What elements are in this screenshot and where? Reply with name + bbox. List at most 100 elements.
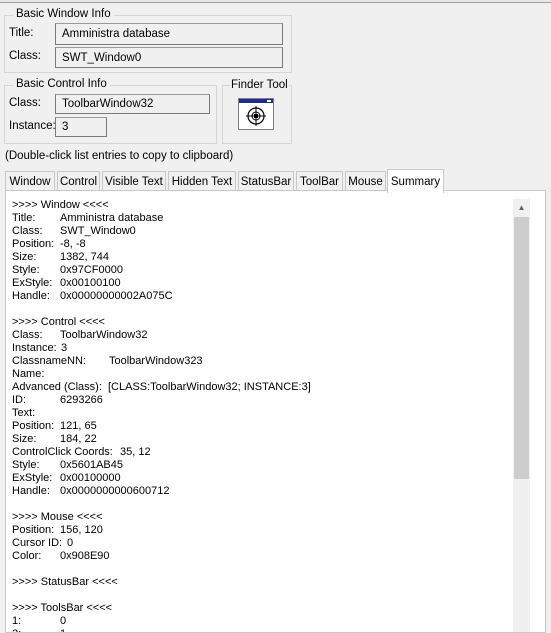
item-key: Cursor ID: [12, 537, 63, 549]
list-item[interactable]: 2: 1 [12, 628, 516, 632]
item-key: Class: [12, 329, 43, 341]
item-key: Position: [12, 420, 55, 432]
item-value: 0x00100100 [60, 277, 121, 289]
item-value: Amministra database [60, 212, 164, 224]
item-key: Position: [12, 238, 55, 250]
list-item[interactable]: ExStyle: 0x00100100 [12, 277, 516, 290]
list-item[interactable]: Advanced (Class): [CLASS:ToolbarWindow32;… [12, 381, 516, 394]
scrollbar-thumb[interactable] [514, 217, 529, 479]
item-value: 156, 120 [60, 524, 103, 536]
summary-list[interactable]: >>>> Window <<<< Title: Amministra databa… [12, 199, 516, 632]
item-key: Advanced (Class): [12, 381, 102, 393]
list-item[interactable]: ClassnameNN: ToolbarWindow323 [12, 355, 516, 368]
window-section-header: >>>> Window <<<< [12, 199, 109, 211]
item-key: Style: [12, 264, 40, 276]
item-key: Text: [12, 407, 36, 419]
item-value: 0x5601AB45 [60, 459, 123, 471]
tab-control[interactable]: Control [57, 171, 100, 191]
list-item[interactable]: ID: 6293266 [12, 394, 516, 407]
item-key: Handle: [12, 485, 50, 497]
list-item[interactable]: >>>> StatusBar <<<< [12, 576, 516, 589]
item-key: 2: [12, 628, 21, 632]
list-item[interactable]: Position: 121, 65 [12, 420, 516, 433]
list-item[interactable]: Handle: 0x0000000000600712 [12, 485, 516, 498]
item-value: ToolbarWindow32 [60, 329, 148, 341]
item-key: Size: [12, 251, 37, 263]
blank-row [12, 498, 516, 511]
tab-statusbar[interactable]: StatusBar [238, 171, 294, 191]
item-value: SWT_Window0 [60, 225, 136, 237]
crosshair-target-icon[interactable] [238, 98, 274, 130]
item-key: Position: [12, 524, 55, 536]
toolsbar-section-header: >>>> ToolsBar <<<< [12, 602, 113, 614]
control-class-label: Class: [9, 97, 41, 109]
item-key: Title: [12, 212, 36, 224]
item-key: Instance: [12, 342, 57, 354]
item-value: 0x00000000002A075C [60, 290, 173, 302]
list-item[interactable]: Name: [12, 368, 516, 381]
list-item[interactable]: Class: ToolbarWindow32 [12, 329, 516, 342]
item-value: 1 [60, 628, 66, 632]
list-item[interactable]: Cursor ID: 0 [12, 537, 516, 550]
list-item[interactable]: Handle: 0x00000000002A075C [12, 290, 516, 303]
list-item[interactable]: Instance: 3 [12, 342, 516, 355]
item-key: Style: [12, 459, 40, 471]
control-section-header: >>>> Control <<<< [12, 316, 105, 328]
basic-control-info-label: Basic Control Info [13, 78, 110, 90]
vertical-scrollbar[interactable]: ▲ [513, 199, 530, 632]
list-item[interactable]: Color: 0x908E90 [12, 550, 516, 563]
window-class-field[interactable]: SWT_Window0 [55, 47, 283, 68]
tab-hidden-text[interactable]: Hidden Text [168, 171, 236, 191]
list-item[interactable]: >>>> Control <<<< [12, 316, 516, 329]
instance-field[interactable]: 3 [55, 117, 107, 137]
window-class-label: Class: [9, 50, 41, 62]
list-item[interactable]: Title: Amministra database [12, 212, 516, 225]
control-class-field[interactable]: ToolbarWindow32 [55, 94, 210, 114]
item-value: 0 [67, 537, 74, 549]
list-item[interactable]: Position: -8, -8 [12, 238, 516, 251]
list-item[interactable]: ControlClick Coords: 35, 12 [12, 446, 516, 459]
list-item[interactable]: Style: 0x5601AB45 [12, 459, 516, 472]
item-value: 0x908E90 [60, 550, 110, 562]
item-value: 0x97CF0000 [60, 264, 123, 276]
list-item[interactable]: Size: 1382, 744 [12, 251, 516, 264]
item-key: Handle: [12, 290, 50, 302]
item-value: ToolbarWindow323 [109, 355, 203, 367]
tab-window[interactable]: Window [5, 171, 55, 191]
list-item[interactable]: Position: 156, 120 [12, 524, 516, 537]
blank-row [12, 563, 516, 576]
list-item[interactable]: Text: [12, 407, 516, 420]
instance-label: Instance: [9, 120, 56, 132]
item-value: -8, -8 [60, 238, 86, 250]
list-item[interactable]: 1: 0 [12, 615, 516, 628]
list-item[interactable]: >>>> Window <<<< [12, 199, 516, 212]
item-key: ControlClick Coords: [12, 446, 113, 458]
list-item[interactable]: Style: 0x97CF0000 [12, 264, 516, 277]
item-value: 0x00100000 [60, 472, 121, 484]
list-item[interactable]: Class: SWT_Window0 [12, 225, 516, 238]
item-value: 3 [61, 342, 68, 354]
item-key: ID: [12, 394, 27, 406]
list-item[interactable]: >>>> Mouse <<<< [12, 511, 516, 524]
chevron-up-icon[interactable]: ▲ [513, 199, 530, 216]
tab-mouse[interactable]: Mouse [345, 171, 386, 191]
clipboard-hint: (Double-click list entries to copy to cl… [5, 150, 234, 162]
item-key: 1: [12, 615, 22, 627]
list-item[interactable]: >>>> ToolsBar <<<< [12, 602, 516, 615]
list-item[interactable]: Size: 184, 22 [12, 433, 516, 446]
item-value: 6293266 [60, 394, 103, 406]
window-title-field[interactable]: Amministra database [55, 23, 283, 45]
tab-summary[interactable]: Summary [387, 169, 444, 193]
item-key: Color: [12, 550, 42, 562]
item-key: Name: [12, 368, 45, 380]
tab-visible-text[interactable]: Visible Text [102, 171, 166, 191]
blank-row [12, 303, 516, 316]
list-item[interactable]: ExStyle: 0x00100000 [12, 472, 516, 485]
blank-row [12, 589, 516, 602]
item-key: ExStyle: [12, 472, 53, 484]
summary-panel: >>>> Window <<<< Title: Amministra databa… [5, 190, 546, 633]
item-value: 0 [60, 615, 67, 627]
tab-toolbar[interactable]: ToolBar [296, 171, 343, 191]
item-key: Size: [12, 433, 37, 445]
item-key: Class: [12, 225, 43, 237]
